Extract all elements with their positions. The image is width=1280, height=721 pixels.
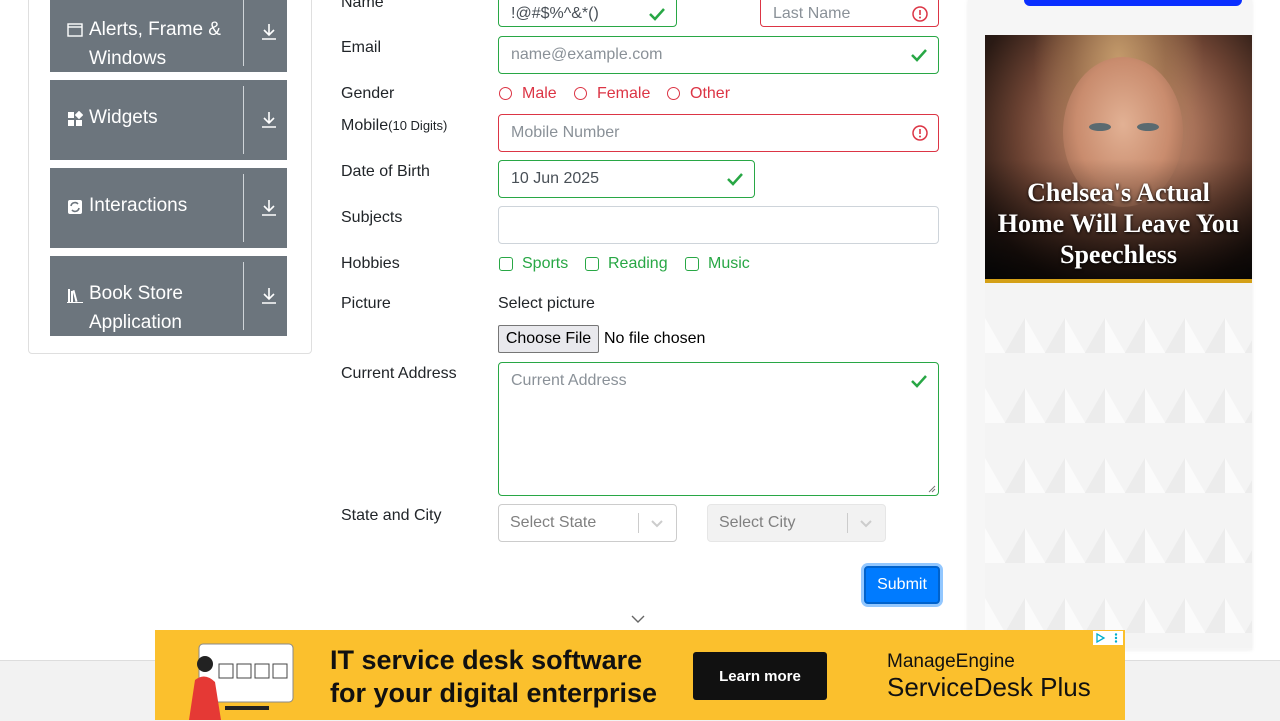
chevron-down-icon	[860, 520, 872, 528]
books-icon	[67, 289, 83, 303]
file-status-text: No file chosen	[604, 330, 706, 347]
gender-other-label[interactable]: Other	[690, 85, 730, 103]
divider	[243, 262, 244, 330]
widgets-icon	[68, 111, 83, 126]
divider	[243, 0, 244, 66]
address-placeholder: Current Address	[511, 372, 627, 389]
hobby-sports-label[interactable]: Sports	[522, 255, 568, 273]
divider	[243, 86, 244, 154]
interactions-icon	[68, 200, 82, 214]
gender-other-radio[interactable]	[667, 87, 680, 100]
email-placeholder: name@example.com	[511, 46, 663, 63]
download-icon[interactable]	[261, 23, 277, 41]
picture-label: Picture	[341, 295, 391, 312]
sidebar-group-label: Widgets	[89, 107, 158, 128]
check-icon	[727, 173, 743, 186]
error-icon	[912, 125, 928, 141]
sidebar-group-label: Interactions	[89, 195, 188, 216]
gender-label: Gender	[341, 85, 395, 102]
sidebar-group-book-store[interactable]: Book Store Application	[50, 256, 287, 336]
mobile-field[interactable]: Mobile Number	[498, 114, 939, 152]
download-icon[interactable]	[261, 199, 277, 217]
state-city-label: State and City	[341, 507, 442, 524]
gender-female-label[interactable]: Female	[597, 85, 650, 103]
mobile-label-text: Mobile	[341, 117, 389, 134]
subjects-input[interactable]	[498, 206, 939, 244]
select-picture-text: Select picture	[498, 295, 595, 312]
hobby-sports-checkbox[interactable]	[499, 257, 513, 271]
bottom-ad-line2: for your digital enterprise	[330, 678, 658, 708]
current-address-textarea[interactable]: Current Address	[498, 362, 939, 496]
sidebar-group-label: Alerts, Frame & Windows	[89, 19, 221, 69]
download-icon[interactable]	[261, 111, 277, 129]
choose-file-button[interactable]: Choose File	[498, 325, 599, 353]
hobby-reading-checkbox[interactable]	[585, 257, 599, 271]
divider	[243, 174, 244, 242]
ad-photo-eye	[1137, 123, 1159, 131]
gender-male-label[interactable]: Male	[522, 85, 557, 103]
adchoices-icon[interactable]	[1093, 631, 1123, 645]
ad-illustration-icon	[189, 643, 294, 720]
last-name-field[interactable]: Last Name	[760, 0, 939, 27]
sidebar-group-interactions[interactable]: Interactions	[50, 168, 287, 248]
window-icon	[67, 23, 83, 37]
check-icon	[649, 7, 665, 21]
city-placeholder: Select City	[719, 514, 796, 531]
bottom-ad-brand-top: ManageEngine	[887, 651, 1015, 672]
learn-more-button[interactable]: Learn more	[693, 652, 827, 700]
email-field[interactable]: name@example.com	[498, 36, 939, 74]
download-icon[interactable]	[261, 287, 277, 305]
bottom-ad-banner[interactable]: IT service desk software for your digita…	[155, 630, 1125, 720]
right-ad-top-button[interactable]	[1024, 0, 1242, 6]
dob-value: 10 Jun 2025	[511, 170, 600, 187]
bottom-ad-brand-bottom: ServiceDesk Plus	[887, 672, 1091, 702]
state-select[interactable]: Select State	[498, 504, 677, 542]
last-name-placeholder: Last Name	[773, 4, 851, 22]
dob-field[interactable]: 10 Jun 2025	[498, 160, 755, 198]
dob-label: Date of Birth	[341, 163, 430, 180]
address-label: Current Address	[341, 365, 457, 382]
first-name-value: !@#$%^&*()	[511, 4, 599, 22]
mobile-hint: (10 Digits)	[388, 118, 448, 133]
ad-photo-eye	[1089, 123, 1111, 131]
hobby-music-checkbox[interactable]	[685, 257, 699, 271]
error-icon	[912, 5, 928, 22]
state-placeholder: Select State	[510, 514, 597, 531]
right-ad-headline[interactable]: Chelsea's Actual Home Will Leave You Spe…	[995, 177, 1242, 270]
bottom-ad-line1: IT service desk software	[330, 645, 643, 675]
first-name-field[interactable]: !@#$%^&*()	[498, 0, 677, 27]
select-separator	[847, 513, 848, 533]
name-label: Name	[341, 0, 384, 11]
scroll-chevron-icon[interactable]	[630, 614, 646, 624]
email-label: Email	[341, 39, 382, 56]
sidebar-group-widgets[interactable]: Widgets	[50, 80, 287, 160]
hobbies-label: Hobbies	[341, 255, 400, 272]
chevron-down-icon	[651, 520, 663, 528]
resize-handle-icon[interactable]	[928, 485, 936, 493]
gender-male-radio[interactable]	[499, 87, 512, 100]
sidebar-group-alerts[interactable]: Alerts, Frame & Windows	[50, 0, 287, 72]
city-select[interactable]: Select City	[707, 504, 886, 542]
mobile-placeholder: Mobile Number	[511, 124, 620, 141]
sidebar-group-label: Book Store Application	[89, 283, 183, 333]
hobby-reading-label[interactable]: Reading	[608, 255, 668, 273]
check-icon	[911, 375, 927, 388]
gender-female-radio[interactable]	[574, 87, 587, 100]
subjects-label: Subjects	[341, 209, 403, 226]
right-ad-pattern	[985, 283, 1252, 648]
submit-button[interactable]: Submit	[864, 566, 940, 604]
check-icon	[911, 49, 927, 62]
select-separator	[638, 513, 639, 533]
hobby-music-label[interactable]: Music	[708, 255, 750, 273]
bottom-ad-headline: IT service desk software for your digita…	[330, 644, 657, 710]
mobile-label: Mobile(10 Digits)	[341, 117, 447, 135]
right-ad-image[interactable]: Chelsea's Actual Home Will Leave You Spe…	[985, 35, 1252, 279]
